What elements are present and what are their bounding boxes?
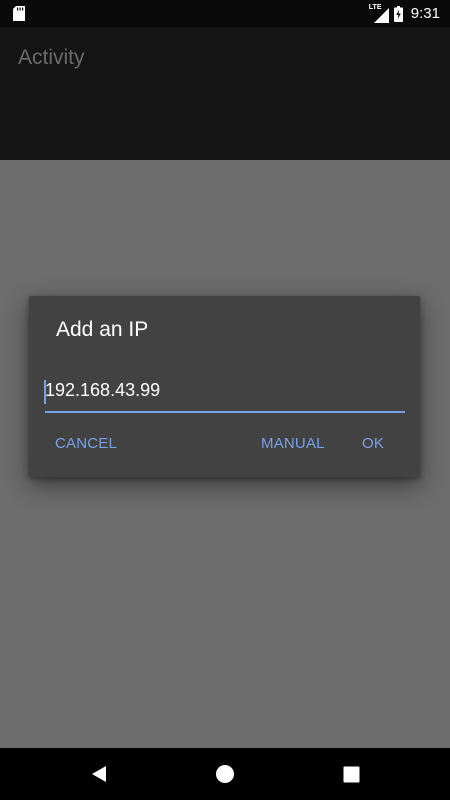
back-icon [92,766,106,782]
app-bar: Activity [0,27,450,160]
home-button[interactable] [212,761,238,787]
cancel-button[interactable]: CANCEL [55,431,117,455]
battery-charging-icon [393,5,403,22]
status-bar: LTE 9:31 [0,0,450,27]
app-title: Activity [18,46,85,69]
sd-card-icon [13,6,25,21]
ok-button[interactable]: OK [362,431,384,455]
screen: LTE 9:31 Activity Add an IP CANCEL MANUA… [0,0,450,800]
status-time: 9:31 [410,5,440,22]
home-icon [216,765,234,783]
status-indicators: LTE 9:31 [369,0,440,27]
ip-address-input[interactable] [45,373,405,413]
dialog-title: Add an IP [56,318,149,341]
manual-button[interactable]: MANUAL [261,431,325,455]
back-button[interactable] [86,761,112,787]
recents-button[interactable] [338,761,364,787]
recents-icon [343,766,359,782]
navigation-bar [0,748,450,800]
signal-icon [373,7,389,23]
text-cursor [44,380,46,404]
add-ip-dialog: Add an IP CANCEL MANUAL OK [29,296,420,477]
network-indicator: LTE [369,4,389,23]
